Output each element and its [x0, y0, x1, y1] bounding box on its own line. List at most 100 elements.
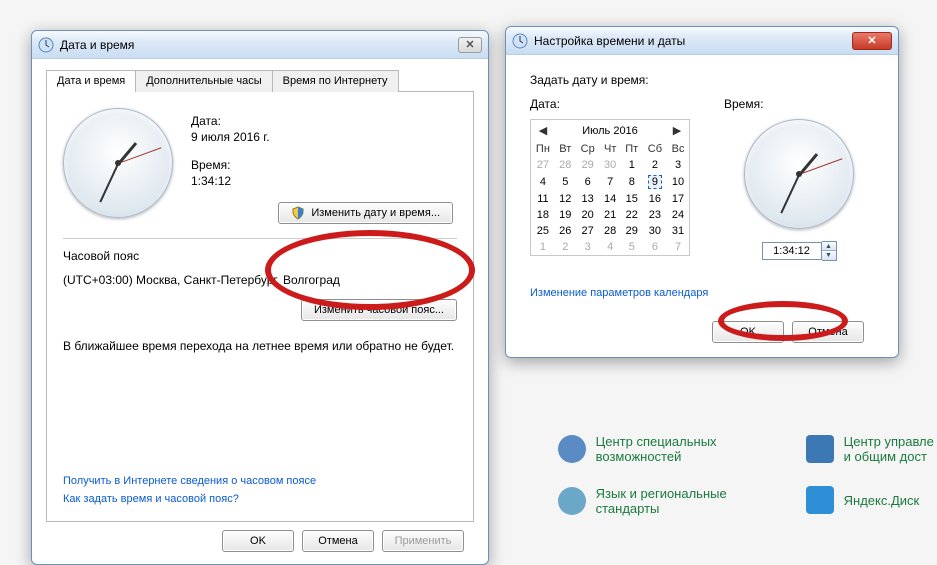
change-date-time-button[interactable]: Изменить дату и время... [278, 202, 453, 224]
calendar-day[interactable]: 1 [621, 157, 643, 173]
calendar-dow: Вт [555, 141, 576, 157]
dialog-buttons: OK Отмена [530, 313, 874, 343]
date-value: 9 июля 2016 г. [191, 130, 457, 144]
calendar-day[interactable]: 28 [600, 223, 621, 239]
calendar-day[interactable]: 1 [531, 239, 555, 255]
accessibility-icon [558, 435, 586, 463]
calendar-day[interactable]: 6 [576, 173, 600, 191]
calendar-day[interactable]: 22 [621, 207, 643, 223]
calendar-day[interactable]: 31 [667, 223, 689, 239]
calendar-dow: Вс [667, 141, 689, 157]
shield-icon [291, 206, 305, 220]
calendar-day[interactable]: 18 [531, 207, 555, 223]
timezone-heading: Часовой пояс [63, 249, 457, 263]
window-body: Задать дату и время: Дата: ◀ Июль 2016 ▶… [506, 55, 898, 357]
calendar-day[interactable]: 12 [555, 191, 576, 207]
calendar-day[interactable]: 9 [643, 173, 667, 191]
calendar-day[interactable]: 5 [555, 173, 576, 191]
calendar-day[interactable]: 30 [600, 157, 621, 173]
time-up-button[interactable]: ▲ [822, 242, 836, 251]
calendar-prev-month[interactable]: ◀ [537, 124, 549, 137]
calendar-day[interactable]: 4 [531, 173, 555, 191]
analog-clock [744, 119, 854, 229]
calendar-day[interactable]: 3 [576, 239, 600, 255]
calendar-day[interactable]: 5 [621, 239, 643, 255]
cancel-button[interactable]: Отмена [792, 321, 864, 343]
close-button[interactable]: ✕ [852, 32, 892, 50]
tab-panel: Дата: 9 июля 2016 г. Время: 1:34:12 Изме… [46, 92, 474, 522]
dialog-buttons: OK Отмена Применить [46, 522, 474, 552]
calendar-day[interactable]: 11 [531, 191, 555, 207]
link-tz-info[interactable]: Получить в Интернете сведения о часовом … [63, 475, 316, 487]
set-date-time-window: Настройка времени и даты ✕ Задать дату и… [505, 26, 899, 358]
calendar-day[interactable]: 2 [555, 239, 576, 255]
close-button[interactable]: ✕ [458, 37, 482, 53]
calendar-day[interactable]: 29 [621, 223, 643, 239]
date-label: Дата: [530, 97, 690, 111]
calendar-day[interactable]: 14 [600, 191, 621, 207]
tab-date-time[interactable]: Дата и время [46, 70, 136, 92]
time-down-button[interactable]: ▼ [822, 251, 836, 260]
calendar-day[interactable]: 24 [667, 207, 689, 223]
calendar-dow: Чт [600, 141, 621, 157]
bg-link-label: Язык и региональные стандарты [596, 486, 727, 516]
calendar-day[interactable]: 26 [555, 223, 576, 239]
bg-link-accessibility[interactable]: Центр специальных возможностей [558, 434, 717, 464]
dst-note: В ближайшее время перехода на летнее вре… [63, 339, 457, 353]
titlebar[interactable]: Дата и время ✕ [32, 31, 488, 59]
calendar-day[interactable]: 28 [555, 157, 576, 173]
calendar-day[interactable]: 2 [643, 157, 667, 173]
window-body: Дата и время Дополнительные часы Время п… [32, 59, 488, 564]
tab-additional-clocks[interactable]: Дополнительные часы [135, 70, 272, 92]
tab-internet-time[interactable]: Время по Интернету [272, 70, 399, 92]
calendar-day[interactable]: 15 [621, 191, 643, 207]
analog-clock [63, 108, 173, 224]
calendar-day[interactable]: 10 [667, 173, 689, 191]
bg-link-label: Центр управле и общим дост [844, 434, 934, 464]
calendar-day[interactable]: 17 [667, 191, 689, 207]
change-timezone-button[interactable]: Изменить часовой пояс... [301, 299, 457, 321]
apply-button[interactable]: Применить [382, 530, 464, 552]
calendar-day[interactable]: 3 [667, 157, 689, 173]
titlebar[interactable]: Настройка времени и даты ✕ [506, 27, 898, 55]
time-label: Время: [724, 97, 874, 111]
bg-link-label: Центр специальных возможностей [596, 434, 717, 464]
calendar-grid: ПнВтСрЧтПтСбВс 2728293012345678910111213… [531, 141, 689, 255]
bg-link-yadisk[interactable]: Яндекс.Диск [806, 486, 919, 514]
link-calendar-params[interactable]: Изменение параметров календаря [530, 287, 708, 299]
calendar-day[interactable]: 7 [667, 239, 689, 255]
calendar-day[interactable]: 13 [576, 191, 600, 207]
window-title: Настройка времени и даты [534, 34, 852, 48]
link-how-to-set[interactable]: Как задать время и часовой пояс? [63, 493, 239, 505]
calendar-day[interactable]: 25 [531, 223, 555, 239]
clock-icon [512, 33, 528, 49]
calendar-day[interactable]: 30 [643, 223, 667, 239]
calendar-day[interactable]: 21 [600, 207, 621, 223]
calendar-day[interactable]: 7 [600, 173, 621, 191]
calendar-next-month[interactable]: ▶ [671, 124, 683, 137]
bg-link-center-mgmt[interactable]: Центр управле и общим дост [806, 434, 934, 464]
calendar-day[interactable]: 27 [531, 157, 555, 173]
calendar-day[interactable]: 19 [555, 207, 576, 223]
calendar-day[interactable]: 8 [621, 173, 643, 191]
calendar-day[interactable]: 16 [643, 191, 667, 207]
calendar-day[interactable]: 20 [576, 207, 600, 223]
cancel-button[interactable]: Отмена [302, 530, 374, 552]
date-time-window: Дата и время ✕ Дата и время Дополнительн… [31, 30, 489, 565]
cloud-icon [806, 486, 834, 514]
bg-link-language[interactable]: Язык и региональные стандарты [558, 486, 727, 516]
window-title: Дата и время [60, 38, 458, 52]
calendar-day[interactable]: 4 [600, 239, 621, 255]
globe-icon [558, 487, 586, 515]
calendar-day[interactable]: 6 [643, 239, 667, 255]
clock-icon [38, 37, 54, 53]
tabs: Дата и время Дополнительные часы Время п… [46, 69, 474, 92]
ok-button[interactable]: OK [712, 321, 784, 343]
ok-button[interactable]: OK [222, 530, 294, 552]
calendar-day[interactable]: 23 [643, 207, 667, 223]
time-input[interactable] [762, 242, 822, 260]
calendar-dow: Пн [531, 141, 555, 157]
center-icon [806, 435, 834, 463]
calendar-day[interactable]: 27 [576, 223, 600, 239]
calendar-day[interactable]: 29 [576, 157, 600, 173]
